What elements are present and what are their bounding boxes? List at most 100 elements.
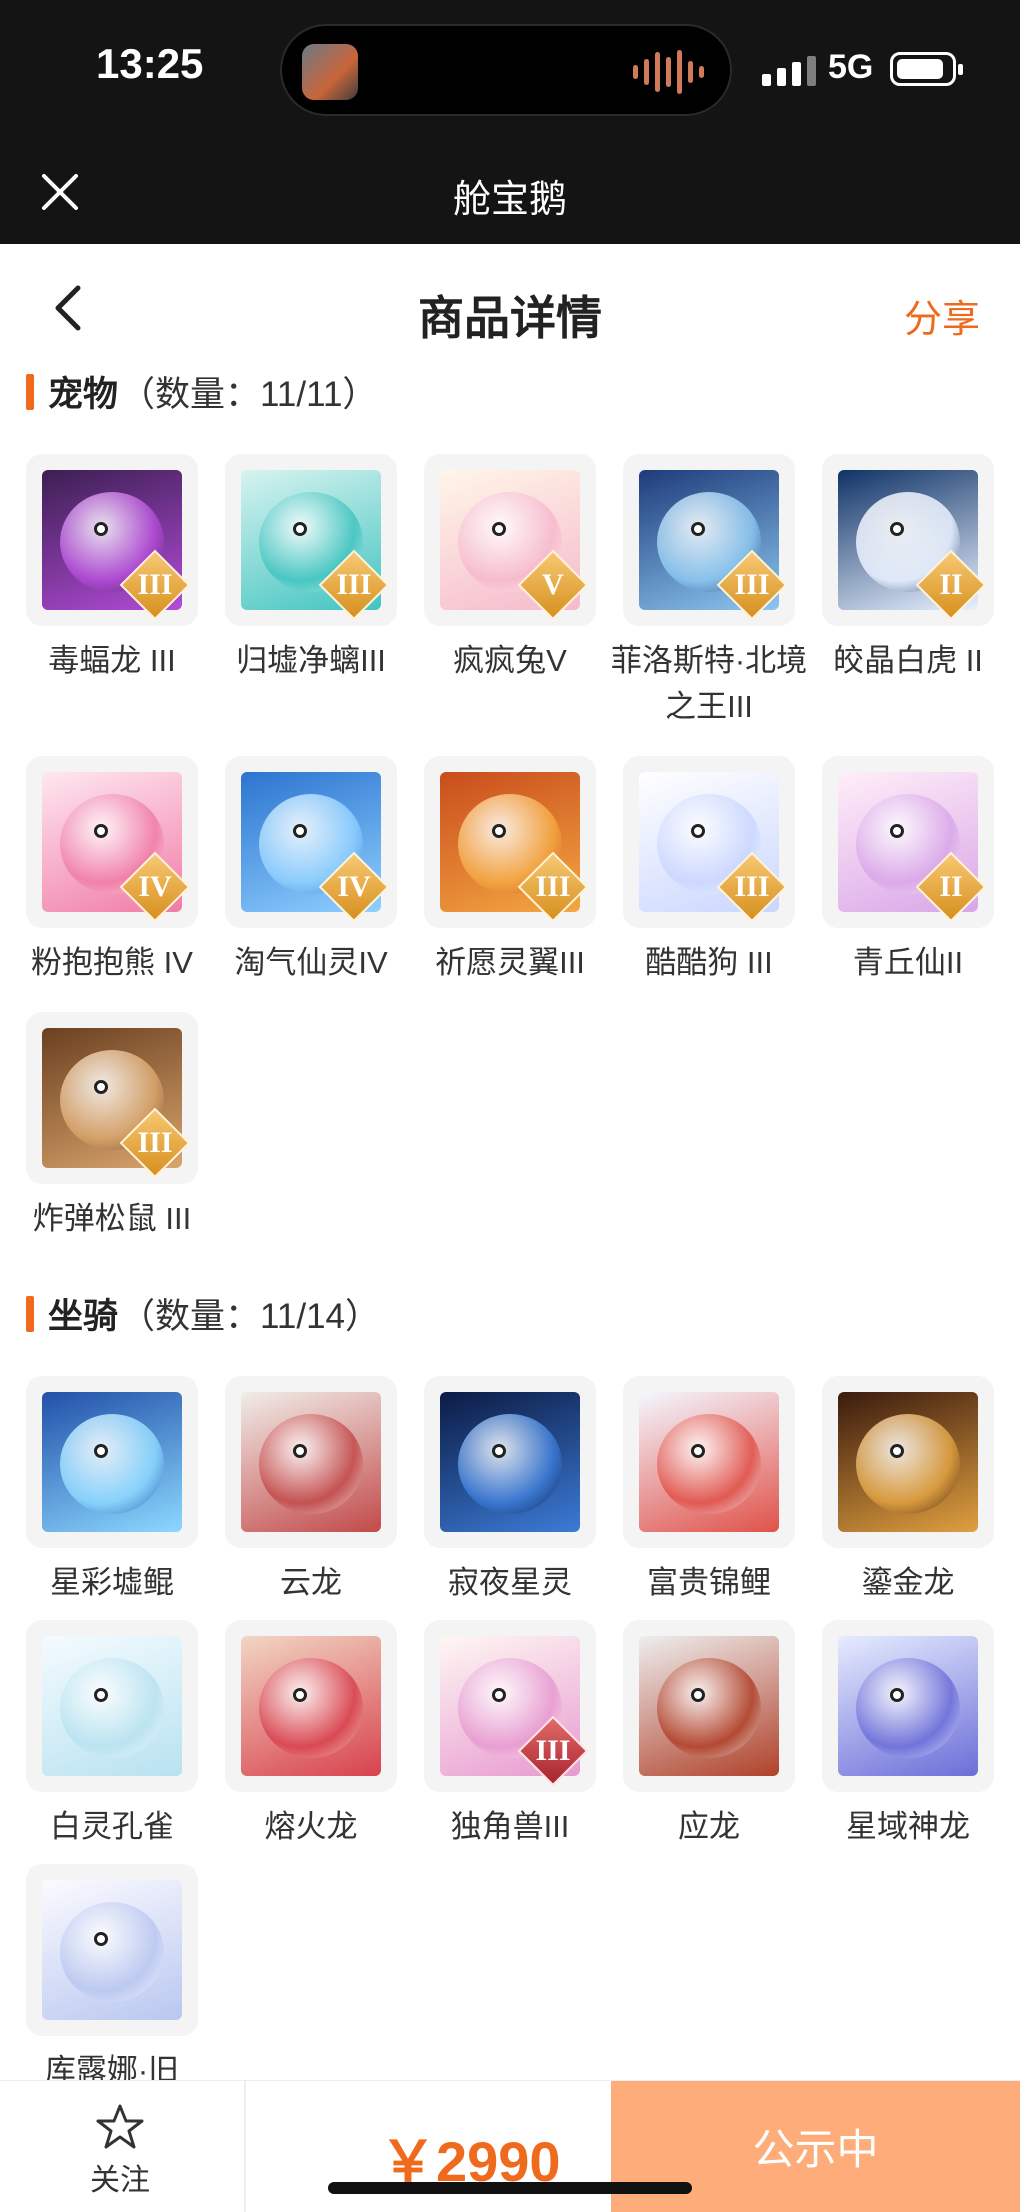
status-bar: 13:25 5G [0,0,1020,140]
game-app-icon [302,44,358,100]
pet-grid: III 毒蝠龙 III III 归墟净螭III V 疯疯兔V III 菲洛斯特·北境之王III… [26,454,998,1242]
mount-grid: 星彩墟鲲 云龙 寂夜星灵 富贵锦鲤 鎏金龙白灵孔雀 熔火龙 III 独角兽III 应龙 星域神龙库… [26,1376,998,2094]
mount-item[interactable]: III 独角兽III [424,1620,596,1850]
mount-item[interactable]: 星彩墟鲲 [26,1376,198,1606]
tier-label: II [939,870,963,903]
item-thumbnail: III [26,454,198,626]
item-name: 归墟净螭III [236,643,386,678]
item-thumbnail: III [424,1620,596,1792]
mount-night-spirit-icon [440,1392,580,1532]
item-thumbnail: III [623,756,795,928]
item-thumbnail [225,1620,397,1792]
item-name: 毒蝠龙 III [48,643,176,678]
item-name: 皎晶白虎 II [833,643,983,678]
pet-item[interactable]: III 毒蝠龙 III [26,454,198,730]
pet-item[interactable]: III 归墟净螭III [225,454,397,730]
pet-item[interactable]: V 疯疯兔V [424,454,596,730]
item-name: 酷酷狗 III [645,945,773,980]
mount-lava-dragon-icon [241,1636,381,1776]
cellular-signal-icon [762,56,816,86]
item-thumbnail: II [822,756,994,928]
battery-icon [890,52,963,86]
section-count: （数量：11/14） [120,1297,381,1336]
item-thumbnail [623,1620,795,1792]
divider [244,2081,246,2212]
pet-item[interactable]: IV 粉抱抱熊 IV [26,756,198,986]
mount-item[interactable]: 星域神龙 [822,1620,994,1850]
mount-item[interactable]: 库露娜·旧 [26,1864,198,2094]
pet-item[interactable]: III 菲洛斯特·北境之王III [611,454,807,730]
item-thumbnail: III [424,756,596,928]
item-name: 富贵锦鲤 [647,1565,771,1600]
mount-star-whale-icon [42,1392,182,1532]
item-name: 祈愿灵翼III [435,945,585,980]
item-name: 炸弹松鼠 III [32,1201,192,1236]
item-thumbnail [26,1620,198,1792]
section-header-pets: 宠物 （数量：11/11） [26,366,377,417]
item-name: 寂夜星灵 [448,1565,572,1600]
tier-label: II [939,568,963,601]
item-thumbnail [26,1376,198,1548]
item-name: 青丘仙II [852,945,964,980]
pet-item[interactable]: IV 淘气仙灵IV [225,756,397,986]
tier-label: III [137,568,173,601]
item-name: 星域神龙 [846,1809,970,1844]
mount-item[interactable]: 鎏金龙 [822,1376,994,1606]
item-thumbnail [623,1376,795,1548]
item-thumbnail: V [424,454,596,626]
pet-item[interactable]: III 酷酷狗 III [623,756,795,986]
status-time: 13:25 [96,40,204,87]
item-thumbnail [822,1376,994,1548]
pet-item[interactable]: II 青丘仙II [822,756,994,986]
app-title: 舱宝鹅 [452,179,567,221]
mount-cloud-dragon-icon [241,1392,381,1532]
favorite-label: 关注 [90,2164,150,2197]
app-bar: 舱宝鹅 [0,140,1020,244]
section-title: 宠物 [48,375,119,414]
item-thumbnail [424,1376,596,1548]
mount-gold-dragon-icon [838,1392,978,1532]
section-header-mounts: 坐骑 （数量：11/14） [26,1288,380,1339]
tier-label: III [336,568,372,601]
tier-label: IV [138,870,172,903]
item-name: 星彩墟鲲 [50,1565,174,1600]
tier-label: III [137,1126,173,1159]
pet-item[interactable]: III 祈愿灵翼III [424,756,596,986]
item-thumbnail: IV [26,756,198,928]
audio-wave-icon [633,48,704,96]
item-thumbnail: III [623,454,795,626]
item-thumbnail [26,1864,198,2036]
mount-item[interactable]: 白灵孔雀 [26,1620,198,1850]
mount-white-peacock-icon [42,1636,182,1776]
item-name: 云龙 [280,1565,342,1600]
section-accent-bar [26,373,34,410]
item-name: 独角兽III [450,1809,570,1844]
pet-item[interactable]: III 炸弹松鼠 III [26,1012,198,1242]
page-title: 商品详情 [418,292,602,344]
item-name: 鎏金龙 [861,1565,955,1600]
item-thumbnail: IV [225,756,397,928]
mount-item[interactable]: 富贵锦鲤 [623,1376,795,1606]
item-thumbnail [822,1620,994,1792]
item-name: 白灵孔雀 [50,1809,174,1844]
tier-label: III [734,870,770,903]
mount-item[interactable]: 云龙 [225,1376,397,1606]
tier-label: III [535,870,571,903]
pet-item[interactable]: II 皎晶白虎 II [822,454,994,730]
favorite-button[interactable]: 关注 [60,2103,180,2199]
item-name: 熔火龙 [264,1809,358,1844]
mount-star-dragon-icon [838,1636,978,1776]
item-name: 应龙 [678,1809,740,1844]
mount-item[interactable]: 应龙 [623,1620,795,1850]
item-thumbnail: III [225,454,397,626]
dynamic-island [280,24,732,116]
mount-item[interactable]: 寂夜星灵 [424,1376,596,1606]
share-button[interactable]: 分享 [904,288,980,343]
mount-item[interactable]: 熔火龙 [225,1620,397,1850]
item-name: 淘气仙灵IV [234,945,388,980]
tier-label: IV [337,870,371,903]
page-header: 商品详情 分享 [0,244,1020,374]
item-name: 疯疯兔V [453,643,567,678]
item-thumbnail: II [822,454,994,626]
tier-label: III [535,1734,571,1767]
